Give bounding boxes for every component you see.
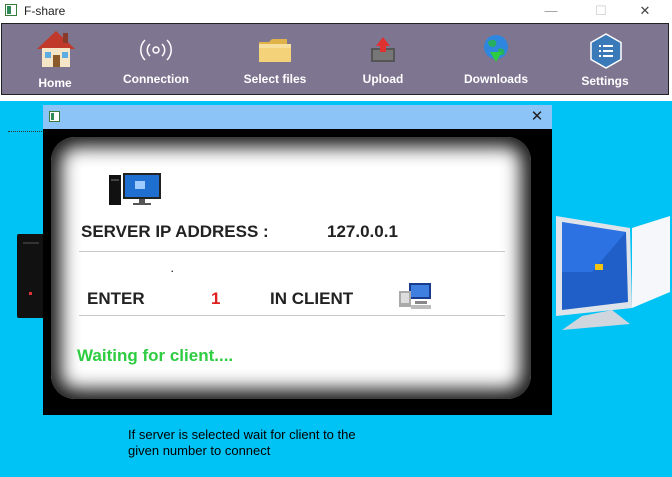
server-dialog: ✕ SERVER IP ADDRESS : 127.0.0.1 . ENTER … [43,105,552,415]
monitor-image [556,216,670,330]
upload-button[interactable]: Upload [352,24,414,94]
maximize-button[interactable]: ☐ [578,0,624,22]
waiting-status: Waiting for client.... [77,346,234,365]
upload-icon [371,37,395,62]
info-line-2: given number to connect [128,443,271,458]
separator-2 [79,315,505,316]
network-computers-icon [399,283,431,309]
home-icon [37,31,75,67]
app-icon [5,4,17,16]
window-title: F-share [24,4,66,18]
wireless-icon [140,39,172,61]
select-files-label: Select files [243,72,307,86]
dot-mark: . [171,264,174,274]
downloads-button[interactable]: Downloads [458,24,534,94]
main-toolbar: Home Connection Select files Upload Down… [1,23,669,95]
settings-list-icon [590,33,622,69]
downloads-label: Downloads [463,72,528,86]
globe-download-icon [484,35,508,62]
dialog-panel: SERVER IP ADDRESS : 127.0.0.1 . ENTER 1 … [51,137,531,399]
enter-number: 1 [211,289,221,308]
enter-label: ENTER [87,289,145,308]
dialog-close-button[interactable]: ✕ [522,105,552,129]
computer-icon [109,173,161,205]
in-client-label: IN CLIENT [270,289,354,308]
close-button[interactable]: ✕ [622,0,668,22]
info-line-1: If server is selected wait for client to… [128,427,356,442]
separator-1 [79,251,505,252]
power-led [29,292,32,295]
info-text: If server is selected wait for client to… [128,427,356,459]
folder-icon [259,39,291,62]
computer-tower-image [17,234,45,318]
drive-slot [23,242,39,244]
home-button[interactable]: Home [22,24,88,94]
dialog-app-icon [49,111,60,122]
settings-button[interactable]: Settings [572,24,638,94]
connection-button[interactable]: Connection [118,24,194,94]
server-ip-value: 127.0.0.1 [327,222,398,241]
window-titlebar: F-share — ☐ ✕ [0,0,672,22]
connection-label: Connection [123,72,189,86]
server-ip-label: SERVER IP ADDRESS : [81,222,269,241]
dialog-titlebar: ✕ [43,105,552,129]
settings-label: Settings [581,74,629,88]
upload-label: Upload [362,72,404,86]
divider [8,131,46,132]
select-files-button[interactable]: Select files [238,24,312,94]
home-label: Home [38,76,72,90]
minimize-button[interactable]: — [528,0,574,22]
